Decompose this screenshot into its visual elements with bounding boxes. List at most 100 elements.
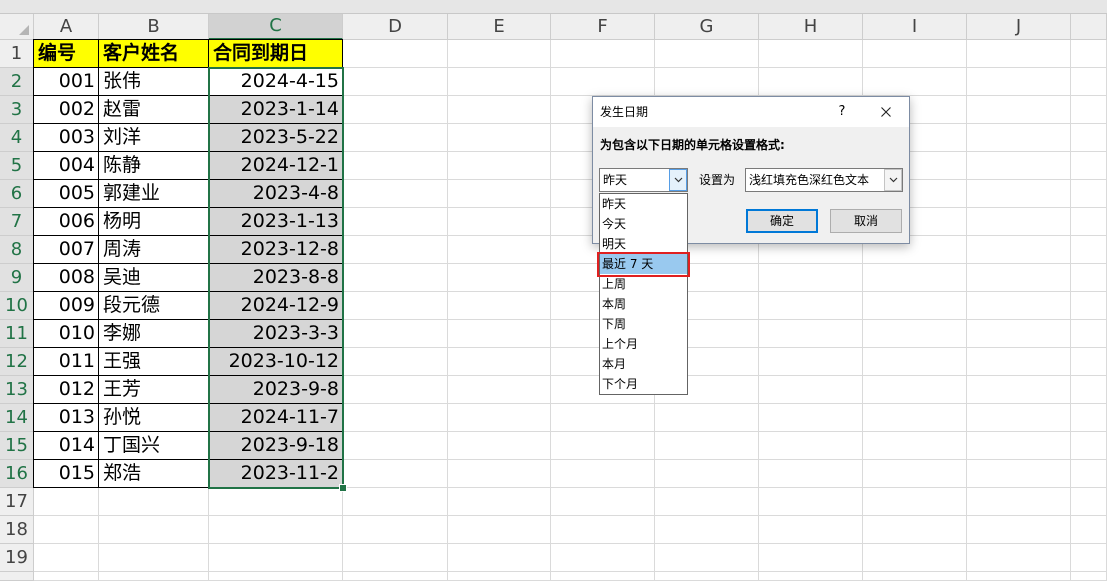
empty-cell[interactable] <box>967 376 1071 404</box>
help-button[interactable]: ? <box>834 101 850 123</box>
empty-cell[interactable] <box>967 40 1071 68</box>
column-header[interactable] <box>1071 14 1107 40</box>
empty-cell[interactable] <box>448 376 551 404</box>
empty-cell[interactable] <box>967 460 1071 488</box>
empty-cell[interactable] <box>343 348 448 376</box>
row-header-6[interactable]: 6 <box>0 180 34 208</box>
row-header-13[interactable]: 13 <box>0 376 34 404</box>
empty-cell[interactable] <box>863 348 967 376</box>
empty-cell[interactable] <box>343 404 448 432</box>
record-id-cell[interactable]: 002 <box>33 96 99 124</box>
format-select[interactable]: 浅红填充色深红色文本 <box>745 168 903 192</box>
column-header-d[interactable]: D <box>343 14 448 40</box>
empty-cell[interactable] <box>343 208 448 236</box>
header-cell-id[interactable]: 编号 <box>33 39 99 68</box>
record-name-cell[interactable]: 张伟 <box>99 68 209 96</box>
empty-cell[interactable] <box>551 432 655 460</box>
row-header-16[interactable]: 16 <box>0 460 34 488</box>
empty-cell[interactable] <box>759 572 863 581</box>
record-name-cell[interactable]: 吴迪 <box>99 264 209 292</box>
column-header-f[interactable]: F <box>551 14 655 40</box>
empty-cell[interactable] <box>1071 40 1107 68</box>
empty-cell[interactable] <box>448 320 551 348</box>
empty-cell[interactable] <box>209 572 343 581</box>
empty-cell[interactable] <box>759 432 863 460</box>
empty-cell[interactable] <box>967 432 1071 460</box>
empty-cell[interactable] <box>967 572 1071 581</box>
empty-cell[interactable] <box>343 40 448 68</box>
empty-cell[interactable] <box>1071 432 1107 460</box>
empty-cell[interactable] <box>967 208 1071 236</box>
empty-cell[interactable] <box>967 292 1071 320</box>
column-header-b[interactable]: B <box>99 14 209 40</box>
empty-cell[interactable] <box>863 488 967 516</box>
empty-cell[interactable] <box>448 404 551 432</box>
empty-cell[interactable] <box>967 264 1071 292</box>
empty-cell[interactable] <box>967 236 1071 264</box>
empty-cell[interactable] <box>863 376 967 404</box>
dropdown-option[interactable]: 下周 <box>600 314 687 334</box>
empty-cell[interactable] <box>343 516 448 544</box>
dropdown-option[interactable]: 上周 <box>600 274 687 294</box>
empty-cell[interactable] <box>967 516 1071 544</box>
record-id-cell[interactable]: 012 <box>33 376 99 404</box>
record-name-cell[interactable]: 李娜 <box>99 320 209 348</box>
empty-cell[interactable] <box>1071 68 1107 96</box>
empty-cell[interactable] <box>34 544 99 572</box>
record-id-cell[interactable]: 009 <box>33 292 99 320</box>
empty-cell[interactable] <box>343 572 448 581</box>
empty-cell[interactable] <box>655 404 759 432</box>
empty-cell[interactable] <box>448 572 551 581</box>
empty-cell[interactable] <box>551 488 655 516</box>
empty-cell[interactable] <box>209 516 343 544</box>
empty-cell[interactable] <box>759 544 863 572</box>
header-cell-customer-name[interactable]: 客户姓名 <box>99 39 209 68</box>
empty-cell[interactable] <box>99 516 209 544</box>
dropdown-option[interactable]: 今天 <box>600 214 687 234</box>
empty-cell[interactable] <box>1071 320 1107 348</box>
empty-cell[interactable] <box>343 152 448 180</box>
row-header-19[interactable]: 19 <box>0 544 34 572</box>
empty-cell[interactable] <box>863 320 967 348</box>
empty-cell[interactable] <box>209 544 343 572</box>
empty-cell[interactable] <box>655 544 759 572</box>
column-header-c[interactable]: C <box>209 14 343 40</box>
empty-cell[interactable] <box>448 236 551 264</box>
row-header-2[interactable]: 2 <box>0 68 34 96</box>
empty-cell[interactable] <box>551 40 655 68</box>
dropdown-option[interactable]: 昨天 <box>600 194 687 214</box>
empty-cell[interactable] <box>655 460 759 488</box>
empty-cell[interactable] <box>209 488 343 516</box>
empty-cell[interactable] <box>1071 460 1107 488</box>
empty-cell[interactable] <box>655 572 759 581</box>
record-name-cell[interactable]: 段元德 <box>99 292 209 320</box>
empty-cell[interactable] <box>343 376 448 404</box>
row-header-1[interactable]: 1 <box>0 40 34 68</box>
empty-cell[interactable] <box>967 68 1071 96</box>
column-header-g[interactable]: G <box>655 14 759 40</box>
empty-cell[interactable] <box>34 516 99 544</box>
empty-cell[interactable] <box>863 572 967 581</box>
empty-cell[interactable] <box>343 460 448 488</box>
record-name-cell[interactable]: 刘洋 <box>99 124 209 152</box>
column-header-a[interactable]: A <box>34 14 99 40</box>
empty-cell[interactable] <box>448 488 551 516</box>
empty-cell[interactable] <box>343 320 448 348</box>
dropdown-option[interactable]: 本周 <box>600 294 687 314</box>
cancel-button[interactable]: 取消 <box>830 209 902 233</box>
format-dropdown-button[interactable] <box>884 169 902 191</box>
empty-cell[interactable] <box>448 124 551 152</box>
empty-cell[interactable] <box>863 516 967 544</box>
empty-cell[interactable] <box>343 124 448 152</box>
empty-cell[interactable] <box>448 208 551 236</box>
empty-cell[interactable] <box>448 264 551 292</box>
empty-cell[interactable] <box>448 432 551 460</box>
row-header-12[interactable]: 12 <box>0 348 34 376</box>
record-name-cell[interactable]: 陈静 <box>99 152 209 180</box>
row-header-11[interactable]: 11 <box>0 320 34 348</box>
empty-cell[interactable] <box>655 432 759 460</box>
record-name-cell[interactable]: 郑浩 <box>99 460 209 488</box>
row-header-10[interactable]: 10 <box>0 292 34 320</box>
empty-cell[interactable] <box>655 68 759 96</box>
empty-cell[interactable] <box>1071 152 1107 180</box>
